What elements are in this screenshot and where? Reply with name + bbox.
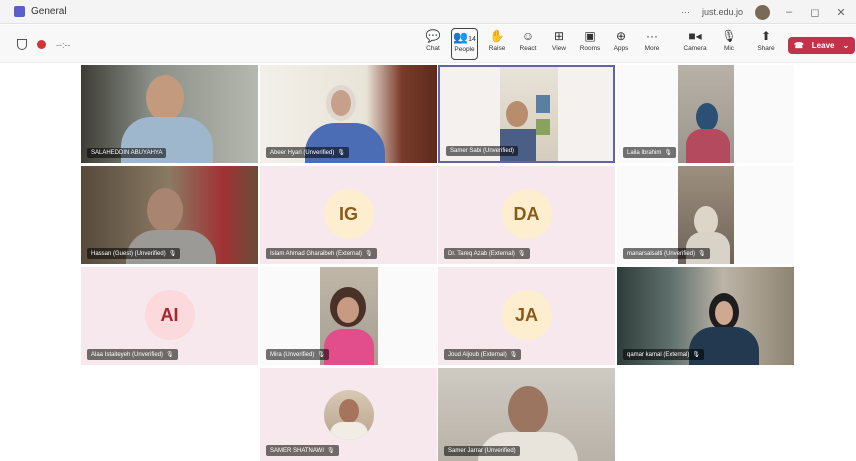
react-button[interactable]: ☺ React xyxy=(513,28,543,60)
participant-video xyxy=(678,65,734,163)
phone-icon: ☎ xyxy=(793,41,804,50)
participant-tile[interactable]: SAMER SHATNAWI 🎙 xyxy=(260,368,437,461)
minimize-icon[interactable]: – xyxy=(782,6,796,18)
meeting-timer: --:-- xyxy=(56,39,71,50)
maximize-icon[interactable]: ◻ xyxy=(808,6,822,19)
shield-icon xyxy=(17,39,27,50)
close-icon[interactable]: ✕ xyxy=(834,6,848,19)
people-icon: 👥 xyxy=(453,30,469,44)
teams-icon xyxy=(14,6,25,17)
participant-tile[interactable]: AI Alaa Istaiteyeh (Unverified) 🎙 xyxy=(81,267,258,365)
participant-tile[interactable]: DA Dr. Tareq Azab (External) 🎙 xyxy=(438,166,615,264)
rooms-button[interactable]: ▣ Rooms xyxy=(575,28,605,60)
participant-tile[interactable]: SALAHEDDIN ABUYAHYA xyxy=(81,65,258,163)
account-avatar[interactable] xyxy=(755,4,770,20)
participant-tile[interactable]: Samer Jarrar (Unverified) xyxy=(438,368,615,461)
smile-icon: ☺ xyxy=(521,29,535,43)
initials-avatar: DA xyxy=(501,189,552,239)
mic-icon: 🎙 xyxy=(721,29,737,43)
more-button[interactable]: ··· More xyxy=(637,28,667,60)
mic-off-icon: 🎙 xyxy=(365,251,373,257)
raise-hand-button[interactable]: ✋ Raise xyxy=(482,28,512,60)
participant-tile[interactable]: Mira (Unverified) 🎙 xyxy=(260,267,437,365)
participant-tile[interactable]: manarsalsalti (Unverified) 🎙 xyxy=(617,166,794,264)
mic-button[interactable]: 🎙 Mic xyxy=(714,28,744,60)
meeting-toolbar: --:-- 💬 Chat 👥14 People ✋ Raise ☺ React … xyxy=(0,25,856,63)
camera-icon: ■◂ xyxy=(688,29,702,43)
people-button[interactable]: 👥14 People xyxy=(451,28,478,60)
share-icon: ⬆ xyxy=(760,29,772,43)
participant-tile[interactable]: Abeer Hyari (Unverified) 🎙 xyxy=(260,65,437,163)
mic-off-icon: 🎙 xyxy=(692,352,700,358)
leave-button[interactable]: ☎ Leave ⌄ xyxy=(788,37,855,54)
people-count: 14 xyxy=(468,36,476,43)
participant-video xyxy=(326,85,356,121)
title-bar: General ··· just.edu.jo – ◻ ✕ xyxy=(0,0,856,24)
participant-tile[interactable]: Samer Sabi (Unverified) xyxy=(438,65,615,163)
apps-button[interactable]: ⊕ Apps xyxy=(606,28,636,60)
participant-tile[interactable]: Laila Ibrahim 🎙 xyxy=(617,65,794,163)
mic-off-icon: 🎙 xyxy=(517,251,526,257)
participant-tile[interactable]: JA Joud Aljoub (External) 🎙 xyxy=(438,267,615,365)
chat-icon: 💬 xyxy=(425,29,441,43)
apps-icon: ⊕ xyxy=(615,29,627,43)
camera-button[interactable]: ■◂ Camera xyxy=(680,28,710,60)
mic-off-icon: 🎙 xyxy=(664,150,672,156)
participant-video xyxy=(508,386,548,434)
participant-tile[interactable]: IG Islam Ahmad Gharaibeh (External) 🎙 xyxy=(260,166,437,264)
participant-tile[interactable]: Hassan (Guest) (Unverified) 🎙 xyxy=(81,166,258,264)
recording-icon xyxy=(37,40,46,49)
mic-off-icon: 🎙 xyxy=(168,251,177,257)
hand-icon: ✋ xyxy=(489,29,505,43)
chat-button[interactable]: 💬 Chat xyxy=(418,28,448,60)
share-button[interactable]: ⬆ Share xyxy=(751,28,781,60)
more-icon: ··· xyxy=(646,29,658,43)
rooms-icon: ▣ xyxy=(584,29,596,43)
chevron-down-icon: ⌄ xyxy=(842,41,850,50)
window-title: General xyxy=(31,6,67,17)
view-button[interactable]: ⊞ View xyxy=(544,28,574,60)
mic-off-icon: 🎙 xyxy=(327,448,335,454)
participant-tile[interactable]: qamar kamal (External) 🎙 xyxy=(617,267,794,365)
grid-icon: ⊞ xyxy=(553,29,565,43)
participant-video xyxy=(146,75,184,121)
initials-avatar: IG xyxy=(323,189,374,239)
initials-avatar: AI xyxy=(144,290,195,340)
mic-off-icon: 🎙 xyxy=(698,251,706,257)
mic-off-icon: 🎙 xyxy=(317,352,325,358)
mic-off-icon: 🎙 xyxy=(337,150,345,156)
account-domain: just.edu.jo xyxy=(701,7,743,17)
participant-video xyxy=(147,188,183,232)
mic-off-icon: 🎙 xyxy=(509,352,518,358)
mic-off-icon: 🎙 xyxy=(166,352,174,358)
profile-picture xyxy=(324,390,374,440)
initials-avatar: JA xyxy=(501,290,552,340)
more-options-icon[interactable]: ··· xyxy=(681,7,690,17)
